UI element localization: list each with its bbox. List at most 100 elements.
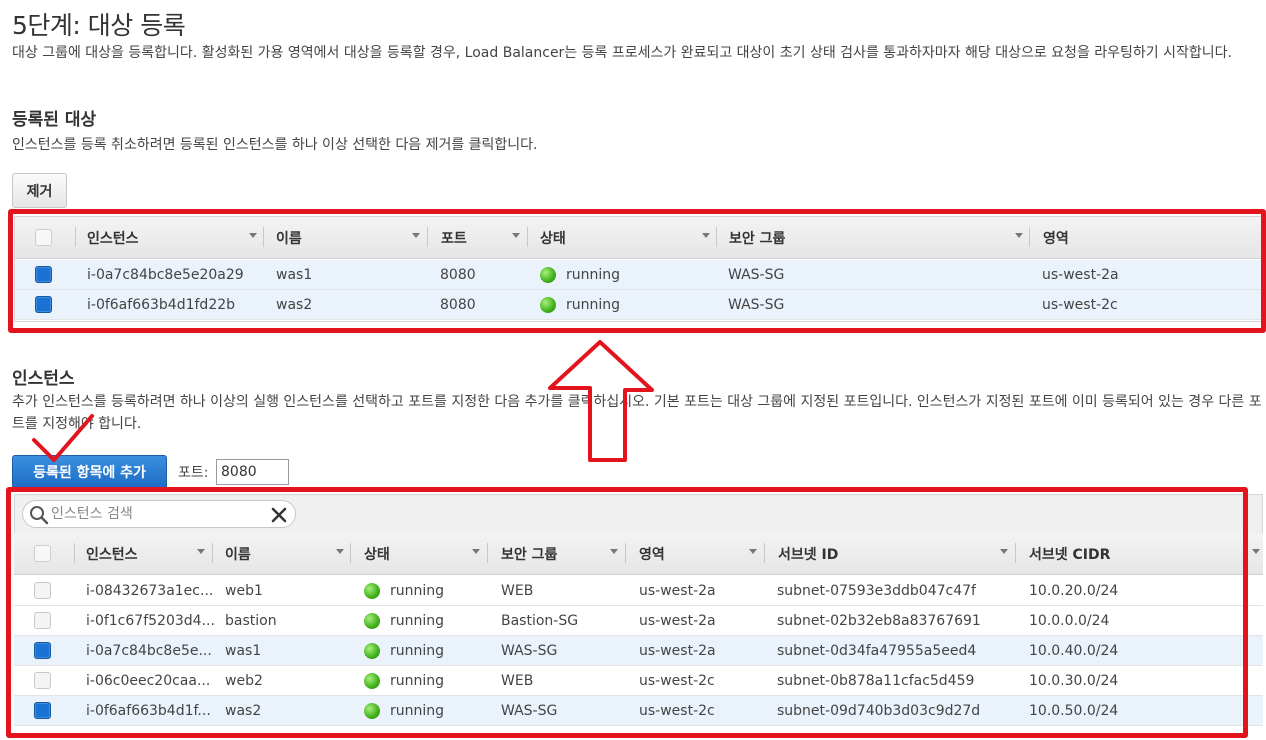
- row-checkbox[interactable]: [35, 266, 52, 283]
- row-checkbox[interactable]: [34, 672, 51, 689]
- table-row[interactable]: i-06c0eec20caa... web2 running WEB us-we…: [14, 666, 1263, 696]
- instance-id: i-0f6af663b4d1fd22b: [87, 297, 236, 313]
- select-all-checkbox[interactable]: [35, 229, 52, 246]
- table-row[interactable]: i-0f6af663b4d1fd22b was2 8080 running WA…: [15, 290, 1262, 320]
- row-checkbox[interactable]: [34, 702, 51, 719]
- instance-id: i-0f6af663b4d1f...: [86, 703, 211, 719]
- table-row[interactable]: i-0f1c67f5203d4... bastion running Basti…: [14, 606, 1263, 636]
- status-cell: running: [364, 696, 444, 726]
- status-cell: running: [540, 260, 620, 290]
- zone: us-west-2c: [639, 703, 715, 719]
- instance-name: web1: [225, 583, 263, 599]
- instance-name: was1: [276, 267, 313, 283]
- row-checkbox[interactable]: [34, 642, 51, 659]
- row-checkbox[interactable]: [34, 612, 51, 629]
- port-input[interactable]: [216, 459, 289, 485]
- instance-id: i-0a7c84bc8e5e...: [86, 643, 212, 659]
- instance-name: bastion: [225, 613, 277, 629]
- instance-name: web2: [225, 673, 263, 689]
- select-all-checkbox[interactable]: [34, 545, 51, 562]
- status-text: running: [390, 613, 445, 629]
- security-group: WEB: [501, 673, 534, 689]
- row-checkbox[interactable]: [34, 582, 51, 599]
- column-header-security-group[interactable]: 보안 그룹: [729, 217, 785, 258]
- zone: us-west-2a: [639, 643, 716, 659]
- column-header-subnet-cidr[interactable]: 서브넷 CIDR: [1029, 533, 1110, 574]
- add-to-registered-button[interactable]: 등록된 항목에 추가: [12, 455, 167, 489]
- sort-caret-icon[interactable]: [610, 549, 618, 554]
- sort-caret-icon[interactable]: [249, 233, 257, 238]
- instances-table-body: 인스턴스 이름 상태 보안 그룹 영역 서브넷 ID 서브넷 CIDR i-08…: [14, 533, 1263, 732]
- status-cell: running: [540, 290, 620, 320]
- column-header-status[interactable]: 상태: [540, 217, 566, 258]
- status-cell: running: [364, 576, 444, 606]
- zone: us-west-2a: [639, 613, 716, 629]
- sort-caret-icon[interactable]: [1015, 233, 1023, 238]
- search-input[interactable]: [51, 503, 261, 525]
- sort-caret-icon[interactable]: [749, 549, 757, 554]
- subnet-cidr: 10.0.0.0/24: [1029, 613, 1110, 629]
- table-row[interactable]: i-0f6af663b4d1f... was2 running WAS-SG u…: [14, 696, 1263, 726]
- column-header-status[interactable]: 상태: [364, 533, 390, 574]
- instance-search[interactable]: [22, 500, 296, 528]
- remove-button[interactable]: 제거: [12, 173, 67, 208]
- column-header-instance[interactable]: 인스턴스: [86, 533, 138, 574]
- zone: us-west-2c: [1042, 297, 1118, 313]
- sort-caret-icon[interactable]: [412, 233, 420, 238]
- table-row[interactable]: i-0a7c84bc8e5e... was1 running WAS-SG us…: [14, 636, 1263, 666]
- status-text: running: [390, 673, 445, 689]
- subnet-id: subnet-07593e3ddb047c47f: [777, 583, 976, 599]
- security-group: WEB: [501, 583, 534, 599]
- instance-name: was2: [225, 703, 262, 719]
- port-label: 포트:: [178, 465, 209, 481]
- security-group: WAS-SG: [501, 643, 558, 659]
- subnet-cidr: 10.0.40.0/24: [1029, 643, 1119, 659]
- column-header-port[interactable]: 포트: [441, 217, 467, 258]
- sort-caret-icon[interactable]: [1000, 549, 1008, 554]
- sort-caret-icon[interactable]: [1252, 549, 1260, 554]
- column-header-subnet-id[interactable]: 서브넷 ID: [778, 533, 838, 574]
- sort-caret-icon[interactable]: [472, 549, 480, 554]
- status-text: running: [390, 583, 445, 599]
- subnet-id: subnet-0b878a11cfac5d459: [777, 673, 975, 689]
- sort-caret-icon[interactable]: [336, 549, 344, 554]
- subnet-id: subnet-0d34fa47955a5eed4: [777, 643, 977, 659]
- instance-id: i-08432673a1ec...: [86, 583, 214, 599]
- running-status-icon: [364, 703, 380, 719]
- zone: us-west-2a: [1042, 267, 1119, 283]
- column-header-zone[interactable]: 영역: [1043, 217, 1069, 258]
- security-group: WAS-SG: [728, 267, 785, 283]
- subnet-id: subnet-09d740b3d03c9d27d: [777, 703, 981, 719]
- zone: us-west-2c: [639, 673, 715, 689]
- page-description: 대상 그룹에 대상을 등록합니다. 활성화된 가용 영역에서 대상을 등록할 경…: [12, 45, 1232, 61]
- security-group: Bastion-SG: [501, 613, 579, 629]
- column-header-instance[interactable]: 인스턴스: [87, 217, 139, 258]
- clear-icon[interactable]: [269, 505, 289, 525]
- sort-caret-icon[interactable]: [512, 233, 520, 238]
- row-checkbox[interactable]: [35, 296, 52, 313]
- running-status-icon: [540, 297, 556, 313]
- status-text: running: [566, 267, 621, 283]
- instance-id: i-0f1c67f5203d4...: [86, 613, 215, 629]
- instance-name: was1: [225, 643, 262, 659]
- running-status-icon: [540, 267, 556, 283]
- column-header-name[interactable]: 이름: [276, 217, 302, 258]
- instance-id: i-06c0eec20caa...: [86, 673, 211, 689]
- column-header-name[interactable]: 이름: [225, 533, 251, 574]
- column-header-zone[interactable]: 영역: [639, 533, 665, 574]
- running-status-icon: [364, 673, 380, 689]
- running-status-icon: [364, 583, 380, 599]
- table-row[interactable]: i-0a7c84bc8e5e20a29 was1 8080 running WA…: [15, 260, 1262, 290]
- subnet-cidr: 10.0.50.0/24: [1029, 703, 1119, 719]
- sort-caret-icon[interactable]: [702, 233, 710, 238]
- table-header: 인스턴스 이름 상태 보안 그룹 영역 서브넷 ID 서브넷 CIDR: [14, 533, 1263, 575]
- table-row[interactable]: i-08432673a1ec... web1 running WEB us-we…: [14, 576, 1263, 606]
- page-title: 5단계: 대상 등록: [12, 11, 186, 40]
- subnet-id: subnet-02b32eb8a83767691: [777, 613, 981, 629]
- registered-targets-description: 인스턴스를 등록 취소하려면 등록된 인스턴스를 하나 이상 선택한 다음 제거…: [12, 137, 538, 153]
- column-header-security-group[interactable]: 보안 그룹: [501, 533, 557, 574]
- instances-title: 인스턴스: [12, 369, 75, 389]
- subnet-cidr: 10.0.30.0/24: [1029, 673, 1119, 689]
- registered-targets-table: 인스턴스 이름 포트 상태 보안 그룹 영역 i-0a7c84bc8e5e20a…: [14, 216, 1263, 322]
- sort-caret-icon[interactable]: [197, 549, 205, 554]
